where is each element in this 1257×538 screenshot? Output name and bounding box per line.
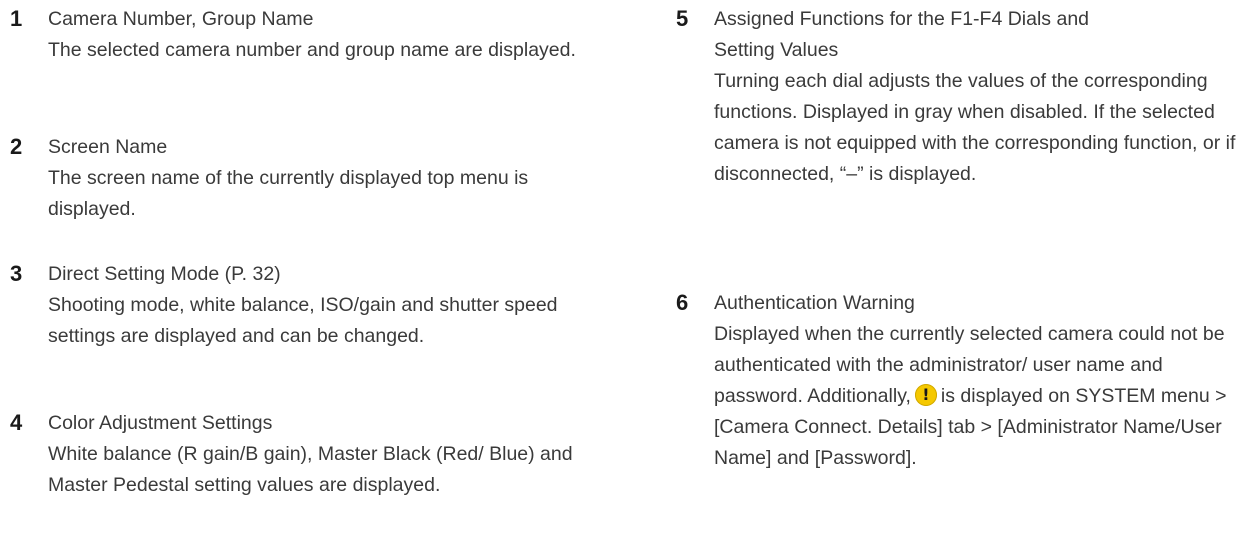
item-number: 4 xyxy=(10,410,23,435)
item-description: White balance (R gain/B gain), Master Bl… xyxy=(48,443,573,496)
list-item-4: 4 Color Adjustment Settings White balanc… xyxy=(10,408,610,501)
item-title: Camera Number, Group Name xyxy=(48,8,314,30)
item-title: Screen Name xyxy=(48,136,168,158)
item-number: 1 xyxy=(10,6,23,31)
item-number: 2 xyxy=(10,134,23,159)
item-number: 3 xyxy=(10,261,23,286)
item-description: Turning each dial adjusts the values of … xyxy=(714,70,1236,185)
list-item-1: 1 Camera Number, Group Name The selected… xyxy=(10,4,610,66)
item-number: 6 xyxy=(676,290,689,315)
list-item-5: 5 Assigned Functions for the F1-F4 Dials… xyxy=(676,4,1246,190)
list-item-6: 6 Authentication Warning Displayed when … xyxy=(676,288,1246,474)
item-number: 5 xyxy=(676,6,689,31)
item-title: Assigned Functions for the F1-F4 Dials a… xyxy=(714,8,1090,61)
list-item-2: 2 Screen Name The screen name of the cur… xyxy=(10,132,610,225)
item-description: The selected camera number and group nam… xyxy=(48,39,576,61)
item-description: Shooting mode, white balance, ISO/gain a… xyxy=(48,294,558,347)
item-title: Color Adjustment Settings xyxy=(48,412,273,434)
item-description: The screen name of the currently display… xyxy=(48,167,529,220)
warning-icon xyxy=(914,384,937,406)
item-title: Authentication Warning xyxy=(714,292,915,314)
item-title: Direct Setting Mode (P. 32) xyxy=(48,263,281,285)
manual-page: 1 Camera Number, Group Name The selected… xyxy=(0,0,1257,538)
item-description: Displayed when the currently selected ca… xyxy=(714,319,1254,474)
list-item-3: 3 Direct Setting Mode (P. 32) Shooting m… xyxy=(10,259,610,352)
